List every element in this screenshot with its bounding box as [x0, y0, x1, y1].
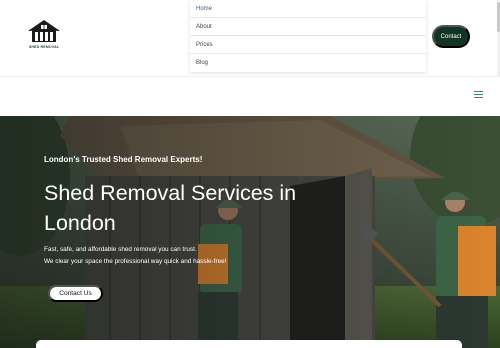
- nav-item-about[interactable]: About: [190, 18, 426, 36]
- hamburger-icon[interactable]: [474, 91, 483, 99]
- contact-us-button[interactable]: Contact Us: [48, 285, 103, 302]
- logo-text: SHED REMOVAL: [28, 45, 60, 49]
- hero-description-line: We clear your space the professional way…: [44, 258, 227, 265]
- nav-item-prices[interactable]: Prices: [190, 36, 426, 54]
- hero-description: Fast, safe, and affordable shed removal …: [44, 244, 226, 268]
- header-contact-button[interactable]: Contact: [432, 25, 470, 48]
- sticky-header: SHED REMOVAL: [0, 76, 500, 188]
- main-nav-dropdown: Home About Prices Blog: [190, 0, 426, 72]
- hero-description-line: Fast, safe, and affordable shed removal …: [44, 246, 197, 253]
- top-header: SHED REMOVAL Home About Prices Blog Cont…: [0, 0, 500, 76]
- nav-item-home[interactable]: Home: [190, 0, 426, 18]
- hero-tagline: London's Trusted Shed Removal Experts!: [44, 155, 203, 164]
- hero-title: Shed Removal Services in London: [44, 181, 297, 235]
- hero-section: London's Trusted Shed Removal Experts! S…: [0, 116, 500, 348]
- site-logo[interactable]: SHED REMOVAL: [24, 18, 64, 49]
- nav-item-blog[interactable]: Blog: [190, 54, 426, 72]
- shed-logo-icon: [28, 20, 60, 42]
- content-card-top: [36, 340, 462, 348]
